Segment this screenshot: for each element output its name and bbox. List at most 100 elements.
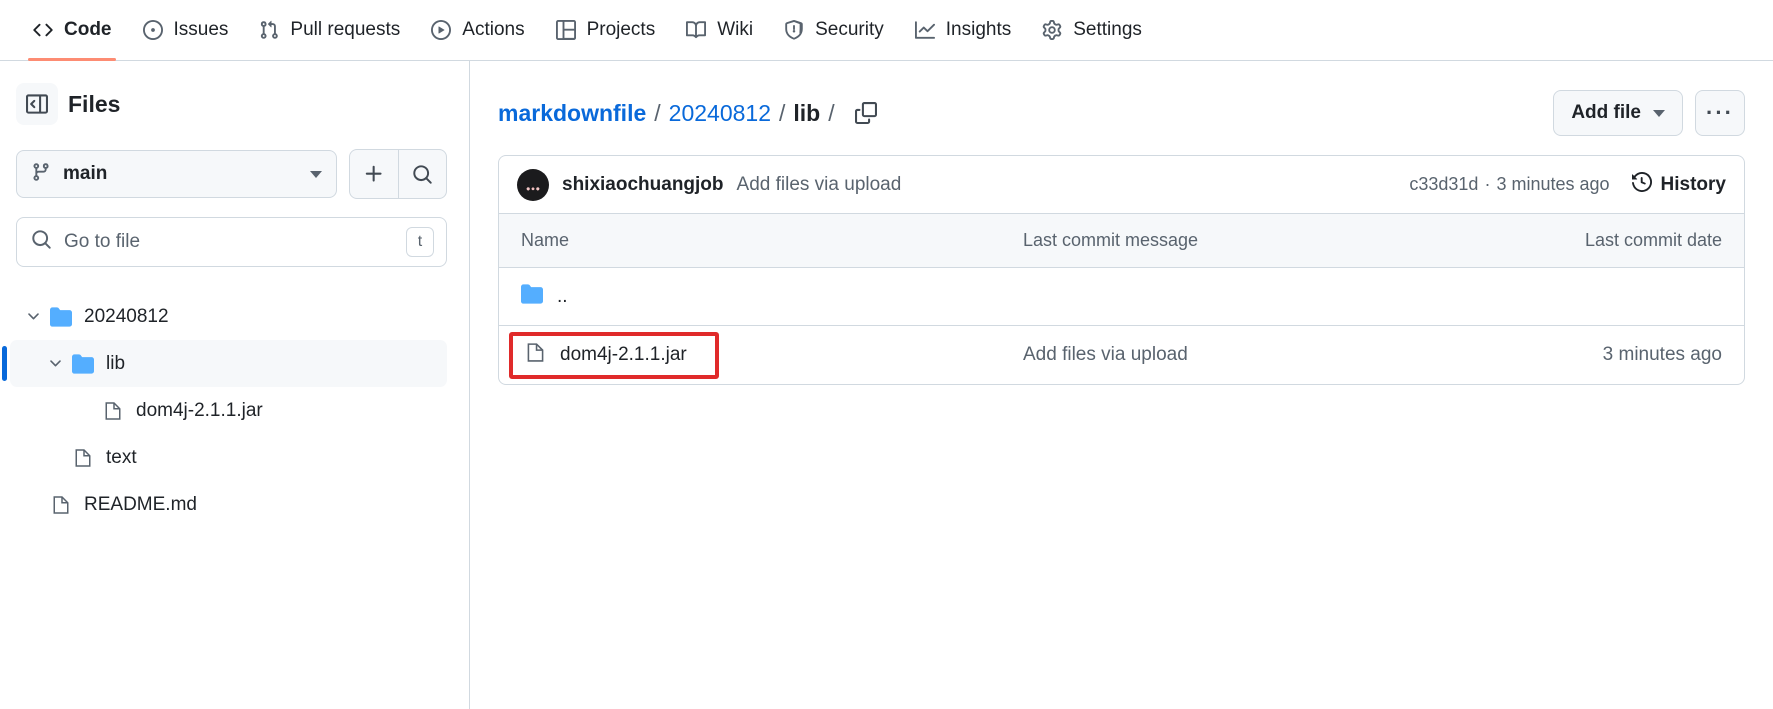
- table-row[interactable]: dom4j-2.1.1.jar Add files via upload 3 m…: [499, 326, 1744, 384]
- history-clock-icon: [1631, 171, 1652, 198]
- nav-tab-code[interactable]: Code: [18, 6, 126, 61]
- nav-tab-label: Actions: [462, 19, 525, 40]
- nav-tab-label: Settings: [1073, 19, 1142, 40]
- copy-path-icon[interactable]: [847, 94, 885, 132]
- tree-item-file[interactable]: text: [10, 434, 447, 481]
- chevron-down-icon: [310, 170, 322, 178]
- play-icon: [430, 19, 452, 41]
- chevron-down-icon: [1653, 109, 1665, 117]
- table-icon: [555, 19, 577, 41]
- git-pull-request-icon: [258, 19, 280, 41]
- file-name-cell: dom4j-2.1.1.jar: [499, 331, 1019, 379]
- file-name-label: ..: [557, 285, 568, 307]
- file-name-cell: ..: [499, 283, 1019, 311]
- commit-message-label[interactable]: Add files via upload: [1023, 344, 1188, 365]
- main-header: markdownfile / 20240812 / lib / Add file…: [498, 85, 1745, 141]
- commit-relative-time: 3 minutes ago: [1496, 174, 1610, 194]
- breadcrumb-separator: /: [828, 99, 835, 126]
- parent-directory-link[interactable]: ..: [521, 283, 568, 311]
- branch-controls-row: main: [16, 149, 447, 199]
- tree-item-file[interactable]: dom4j-2.1.1.jar: [10, 387, 447, 434]
- sidebar-action-buttons: [349, 149, 447, 199]
- nav-tab-actions[interactable]: Actions: [416, 6, 538, 54]
- tree-item-label: dom4j-2.1.1.jar: [136, 399, 263, 421]
- history-link[interactable]: History: [1631, 171, 1726, 198]
- history-label: History: [1660, 173, 1726, 195]
- file-icon: [98, 401, 128, 421]
- search-files-button[interactable]: [398, 150, 446, 198]
- tree-item-label: 20240812: [84, 305, 169, 327]
- branch-selector[interactable]: main: [16, 150, 337, 198]
- graph-icon: [914, 19, 936, 41]
- tree-item-folder[interactable]: 20240812: [10, 293, 447, 340]
- breadcrumb-repo-link[interactable]: markdownfile: [498, 100, 646, 127]
- breadcrumb-current: lib: [793, 99, 821, 126]
- branch-name-label: main: [63, 163, 108, 184]
- nav-tab-projects[interactable]: Projects: [541, 6, 670, 54]
- git-branch-icon: [31, 162, 51, 187]
- chevron-down-icon[interactable]: [20, 308, 46, 325]
- add-file-plus-button[interactable]: [350, 150, 398, 198]
- nav-tab-label: Projects: [586, 19, 656, 40]
- sidebar-header: Files: [16, 83, 447, 125]
- breadcrumb-separator: /: [779, 99, 786, 126]
- go-to-file-input[interactable]: [64, 231, 394, 253]
- nav-tab-settings[interactable]: Settings: [1027, 6, 1156, 54]
- breadcrumb: markdownfile / 20240812 / lib /: [498, 94, 885, 132]
- sidebar-collapse-icon[interactable]: [16, 83, 58, 125]
- commit-author-link[interactable]: shixiaochuangjob: [562, 174, 724, 196]
- folder-icon: [521, 283, 543, 311]
- repo-navigation: Code Issues Pull requests Actions Projec…: [0, 0, 1773, 61]
- tree-item-label: README.md: [84, 493, 197, 515]
- page-body: Files main Go to file t 20240812 lib dom…: [0, 61, 1773, 709]
- nav-tab-pull-requests[interactable]: Pull requests: [244, 6, 414, 54]
- go-to-file-search[interactable]: t: [16, 217, 447, 267]
- file-icon: [46, 495, 76, 515]
- commit-message-link[interactable]: Add files via upload: [737, 174, 902, 196]
- commit-message-cell: Add files via upload: [1019, 344, 1514, 366]
- nav-tab-label: Code: [64, 19, 112, 40]
- gear-icon: [1041, 19, 1063, 41]
- nav-tab-security[interactable]: Security: [769, 6, 898, 54]
- nav-tab-wiki[interactable]: Wiki: [671, 6, 767, 54]
- kebab-horizontal-icon: ···: [1706, 100, 1734, 125]
- tree-item-label: text: [106, 446, 137, 468]
- tree-item-file[interactable]: README.md: [10, 481, 447, 528]
- file-icon: [525, 342, 546, 369]
- folder-icon: [46, 306, 76, 328]
- add-file-button[interactable]: Add file: [1553, 90, 1683, 136]
- more-options-button[interactable]: ···: [1695, 90, 1745, 136]
- issue-opened-icon: [142, 19, 164, 41]
- commit-sha[interactable]: c33d31d: [1409, 174, 1478, 195]
- breadcrumb-folder-link[interactable]: 20240812: [669, 100, 771, 127]
- main-content: markdownfile / 20240812 / lib / Add file…: [470, 61, 1773, 709]
- nav-tab-label: Issues: [173, 19, 229, 40]
- nav-tab-issues[interactable]: Issues: [128, 6, 243, 54]
- search-icon: [31, 229, 52, 255]
- file-icon: [68, 448, 98, 468]
- column-header-name: Name: [521, 230, 570, 250]
- file-name-label: dom4j-2.1.1.jar: [560, 344, 687, 365]
- tree-item-label: lib: [106, 352, 126, 374]
- nav-tab-label: Security: [815, 19, 884, 40]
- tree-item-folder-selected[interactable]: lib: [2, 340, 447, 387]
- commit-date-label: 3 minutes ago: [1602, 344, 1722, 365]
- nav-tab-insights[interactable]: Insights: [900, 6, 1025, 54]
- column-header-commit-date: Last commit date: [1584, 230, 1722, 250]
- table-row[interactable]: ..: [499, 268, 1744, 326]
- file-tree-sidebar: Files main Go to file t 20240812 lib dom…: [0, 61, 470, 709]
- chevron-down-icon[interactable]: [42, 355, 68, 372]
- folder-icon: [68, 353, 98, 375]
- book-icon: [685, 19, 707, 41]
- commit-separator: ·: [1484, 174, 1491, 194]
- header-actions: Add file ···: [1553, 90, 1745, 136]
- avatar: [517, 168, 549, 201]
- nav-tab-label: Insights: [945, 19, 1012, 40]
- column-header-commit-message: Last commit message: [1023, 230, 1199, 250]
- file-link-highlighted[interactable]: dom4j-2.1.1.jar: [509, 331, 719, 379]
- add-file-label: Add file: [1571, 102, 1641, 123]
- nav-tab-label: Pull requests: [290, 19, 401, 40]
- nav-tab-label: Wiki: [717, 19, 754, 40]
- sidebar-title: Files: [68, 90, 121, 117]
- commit-meta-group: c33d31d · 3 minutes ago History: [1409, 171, 1726, 198]
